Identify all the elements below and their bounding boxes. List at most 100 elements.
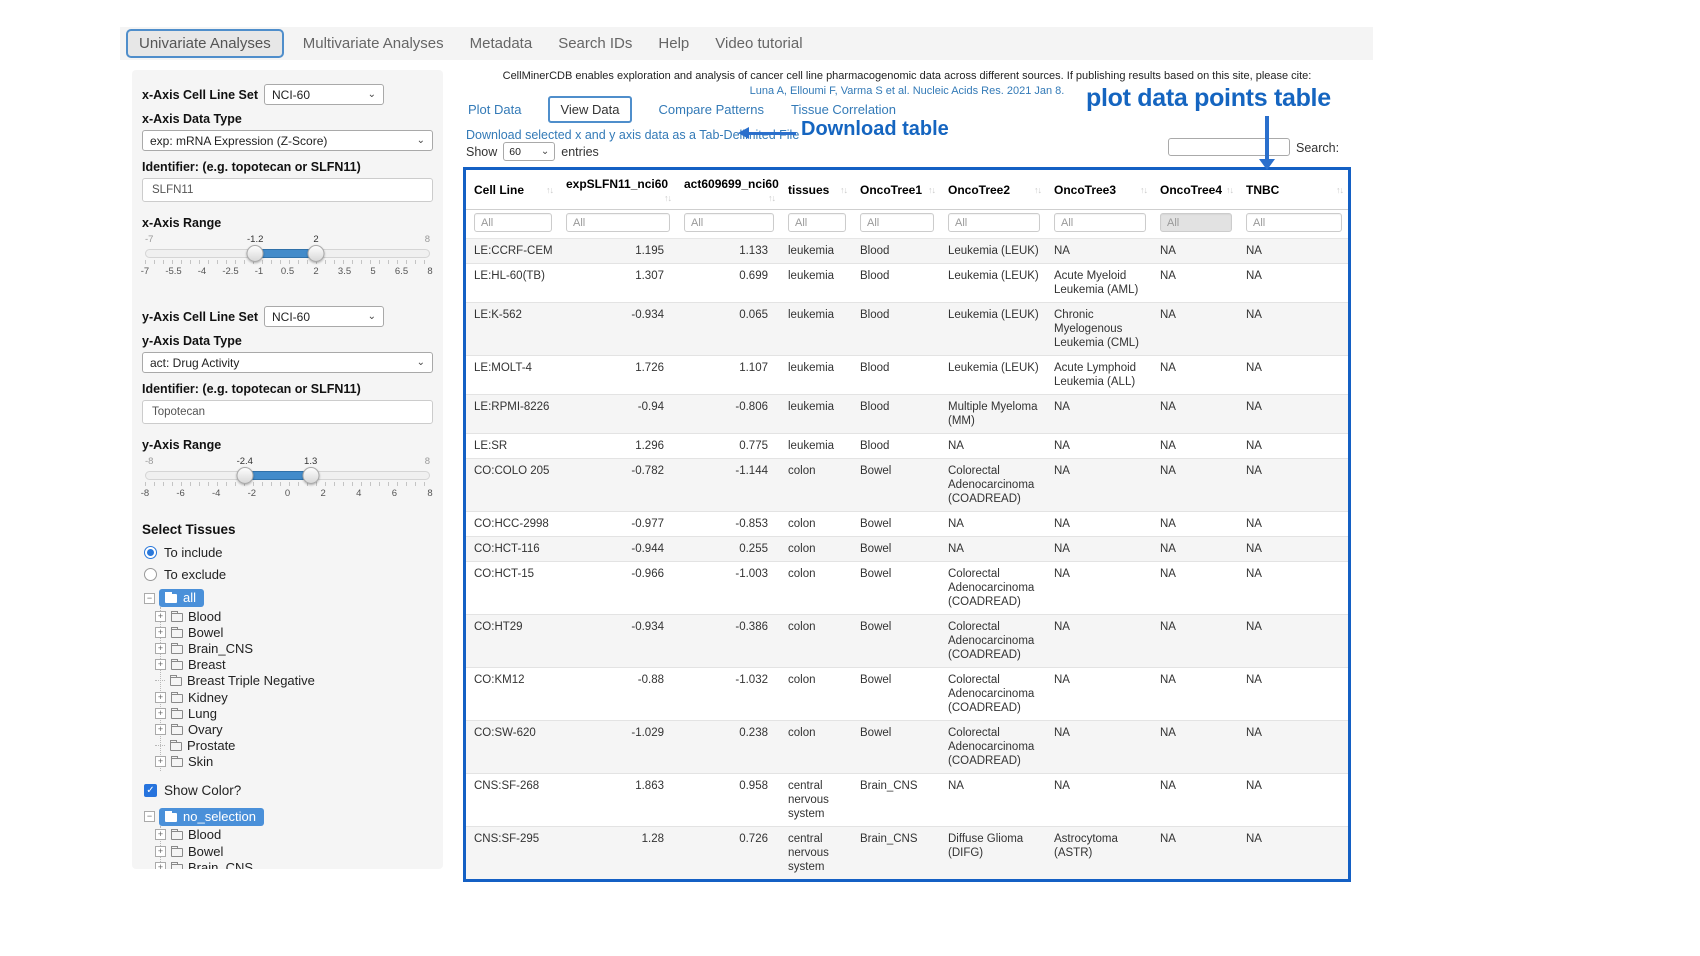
filter-input-oncotree3[interactable]: All bbox=[1054, 213, 1146, 232]
x-axis-data-type-select[interactable]: exp: mRNA Expression (Z-Score) ⌄ bbox=[142, 130, 433, 151]
slider-handle-high[interactable] bbox=[308, 245, 325, 262]
sort-icon[interactable]: ↑↓ bbox=[928, 185, 935, 195]
tree-item-blood[interactable]: +Blood bbox=[155, 608, 427, 624]
sort-icon[interactable]: ↑↓ bbox=[1034, 185, 1041, 195]
slider-handle-high[interactable] bbox=[302, 467, 319, 484]
table-row[interactable]: CO:HCT-15-0.966-1.003colonBowelColorecta… bbox=[466, 562, 1348, 615]
column-header-tissues[interactable]: tissues↑↓ bbox=[780, 170, 852, 210]
y-axis-data-type-select[interactable]: act: Drug Activity ⌄ bbox=[142, 352, 433, 373]
search-input[interactable] bbox=[1168, 138, 1290, 156]
filter-input-oncotree2[interactable]: All bbox=[948, 213, 1040, 232]
table-row[interactable]: CO:HCC-2998-0.977-0.853colonBowelNANANAN… bbox=[466, 512, 1348, 537]
tree-item-kidney[interactable]: +Kidney bbox=[155, 689, 427, 705]
nav-item-univariate-analyses[interactable]: Univariate Analyses bbox=[126, 29, 284, 58]
tree-root-all[interactable]: all bbox=[159, 589, 204, 607]
filter-input-cell-line[interactable]: All bbox=[474, 213, 552, 232]
tree-item-bowel[interactable]: +Bowel bbox=[155, 624, 427, 640]
to-exclude-radio[interactable] bbox=[144, 568, 157, 581]
table-row[interactable]: CO:COLO 205-0.782-1.144colonBowelColorec… bbox=[466, 459, 1348, 512]
filter-input-act609699-nci60[interactable]: All bbox=[684, 213, 774, 232]
nav-item-search-ids[interactable]: Search IDs bbox=[545, 29, 645, 58]
nav-item-multivariate-analyses[interactable]: Multivariate Analyses bbox=[290, 29, 457, 58]
tree-root-no-selection[interactable]: no_selection bbox=[159, 808, 264, 826]
expand-icon[interactable]: + bbox=[155, 643, 166, 654]
tab-plot-data[interactable]: Plot Data bbox=[468, 102, 521, 117]
entries-select[interactable]: 60 ⌄ bbox=[503, 142, 555, 161]
table-row[interactable]: CO:HCT-116-0.9440.255colonBowelNANANANA bbox=[466, 537, 1348, 562]
nav-item-video-tutorial[interactable]: Video tutorial bbox=[702, 29, 815, 58]
collapse-icon[interactable]: − bbox=[144, 593, 155, 604]
sort-icon[interactable]: ↑↓ bbox=[1140, 185, 1147, 195]
filter-input-oncotree1[interactable]: All bbox=[860, 213, 934, 232]
tree-item-breast-triple-negative[interactable]: Breast Triple Negative bbox=[155, 673, 427, 689]
sort-icon[interactable]: ↑↓ bbox=[1226, 185, 1233, 195]
expand-icon[interactable]: + bbox=[155, 724, 166, 735]
table-row[interactable]: LE:RPMI-8226-0.94-0.806leukemiaBloodMult… bbox=[466, 395, 1348, 434]
table-row[interactable]: CO:SW-620-1.0290.238colonBowelColorectal… bbox=[466, 721, 1348, 774]
table-row[interactable]: LE:MOLT-41.7261.107leukemiaBloodLeukemia… bbox=[466, 356, 1348, 395]
expand-icon[interactable]: + bbox=[155, 708, 166, 719]
column-header-oncotree3[interactable]: OncoTree3↑↓ bbox=[1046, 170, 1152, 210]
tab-compare-patterns[interactable]: Compare Patterns bbox=[659, 102, 765, 117]
expand-icon[interactable]: + bbox=[155, 659, 166, 670]
tree-item-brain-cns[interactable]: +Brain_CNS bbox=[155, 640, 427, 656]
expand-icon[interactable]: + bbox=[155, 627, 166, 638]
filter-input-tnbc[interactable]: All bbox=[1246, 213, 1342, 232]
cell-expslfn11-nci60: -0.977 bbox=[558, 512, 676, 537]
table-row[interactable]: LE:HL-60(TB)1.3070.699leukemiaBloodLeuke… bbox=[466, 264, 1348, 303]
y-identifier-input[interactable]: Topotecan bbox=[142, 400, 433, 424]
tree-item-blood[interactable]: +Blood bbox=[155, 827, 427, 843]
collapse-icon[interactable]: − bbox=[144, 811, 155, 822]
nav-item-metadata[interactable]: Metadata bbox=[457, 29, 546, 58]
sort-icon[interactable]: ↑↓ bbox=[664, 193, 671, 203]
column-header-act609699-nci60[interactable]: act609699_nci60↑↓ bbox=[676, 170, 780, 210]
show-color-checkbox[interactable]: ✓ bbox=[144, 784, 157, 797]
tree-item-breast[interactable]: +Breast bbox=[155, 657, 427, 673]
tree-item-brain-cns[interactable]: +Brain_CNS bbox=[155, 859, 427, 869]
expand-icon[interactable]: + bbox=[155, 862, 166, 869]
column-header-tnbc[interactable]: TNBC↑↓ bbox=[1238, 170, 1348, 210]
table-row[interactable]: LE:K-562-0.9340.065leukemiaBloodLeukemia… bbox=[466, 303, 1348, 356]
slider-handle-low[interactable] bbox=[247, 245, 264, 262]
expand-icon[interactable]: + bbox=[155, 611, 166, 622]
tree-item-ovary[interactable]: +Ovary bbox=[155, 721, 427, 737]
x-axis-cell-line-set-select[interactable]: NCI-60 ⌄ bbox=[264, 84, 384, 105]
expand-icon[interactable]: + bbox=[155, 756, 166, 767]
table-row[interactable]: LE:SR1.2960.775leukemiaBloodNANANANA bbox=[466, 434, 1348, 459]
to-include-radio[interactable] bbox=[144, 546, 157, 559]
column-header-expslfn11-nci60[interactable]: expSLFN11_nci60↑↓ bbox=[558, 170, 676, 210]
x-axis-range-slider[interactable]: -78-1.22-7-5.5-4-2.5-10.523.556.58 bbox=[145, 234, 430, 284]
column-header-cell-line[interactable]: Cell Line↑↓ bbox=[466, 170, 558, 210]
slider-handle-low[interactable] bbox=[236, 467, 253, 484]
filter-input-tissues[interactable]: All bbox=[788, 213, 846, 232]
expand-icon[interactable]: + bbox=[155, 829, 166, 840]
tree-item-skin[interactable]: +Skin bbox=[155, 754, 427, 770]
tree-item-lung[interactable]: +Lung bbox=[155, 705, 427, 721]
expand-icon[interactable]: + bbox=[155, 846, 166, 857]
nav-item-help[interactable]: Help bbox=[645, 29, 702, 58]
sort-icon[interactable]: ↑↓ bbox=[546, 185, 553, 195]
table-row[interactable]: CNS:SF-2681.8630.958central nervous syst… bbox=[466, 774, 1348, 827]
column-header-oncotree1[interactable]: OncoTree1↑↓ bbox=[852, 170, 940, 210]
table-row[interactable]: CNS:SF-2951.280.726central nervous syste… bbox=[466, 827, 1348, 880]
table-row[interactable]: CO:KM12-0.88-1.032colonBowelColorectal A… bbox=[466, 668, 1348, 721]
sort-icon[interactable]: ↑↓ bbox=[1336, 185, 1343, 195]
tree-item-bowel[interactable]: +Bowel bbox=[155, 843, 427, 859]
download-tab-delimited-link[interactable]: Download selected x and y axis data as a… bbox=[466, 128, 799, 142]
tab-tissue-correlation[interactable]: Tissue Correlation bbox=[791, 102, 896, 117]
tab-view-data[interactable]: View Data bbox=[548, 96, 631, 123]
y-axis-range-slider[interactable]: -88-2.41.3-8-6-4-202468 bbox=[145, 456, 430, 506]
x-identifier-input[interactable]: SLFN11 bbox=[142, 178, 433, 202]
cell-tnbc: NA bbox=[1238, 239, 1348, 264]
column-header-oncotree2[interactable]: OncoTree2↑↓ bbox=[940, 170, 1046, 210]
y-axis-cell-line-set-select[interactable]: NCI-60 ⌄ bbox=[264, 306, 384, 327]
filter-input-expslfn11-nci60[interactable]: All bbox=[566, 213, 670, 232]
tree-item-prostate[interactable]: Prostate bbox=[155, 738, 427, 754]
table-row[interactable]: LE:CCRF-CEM1.1951.133leukemiaBloodLeukem… bbox=[466, 239, 1348, 264]
expand-icon[interactable]: + bbox=[155, 692, 166, 703]
sort-icon[interactable]: ↑↓ bbox=[840, 185, 847, 195]
filter-input-oncotree4[interactable]: All bbox=[1160, 213, 1232, 232]
sort-icon[interactable]: ↑↓ bbox=[768, 193, 775, 203]
column-header-oncotree4[interactable]: OncoTree4↑↓ bbox=[1152, 170, 1238, 210]
table-row[interactable]: CO:HT29-0.934-0.386colonBowelColorectal … bbox=[466, 615, 1348, 668]
